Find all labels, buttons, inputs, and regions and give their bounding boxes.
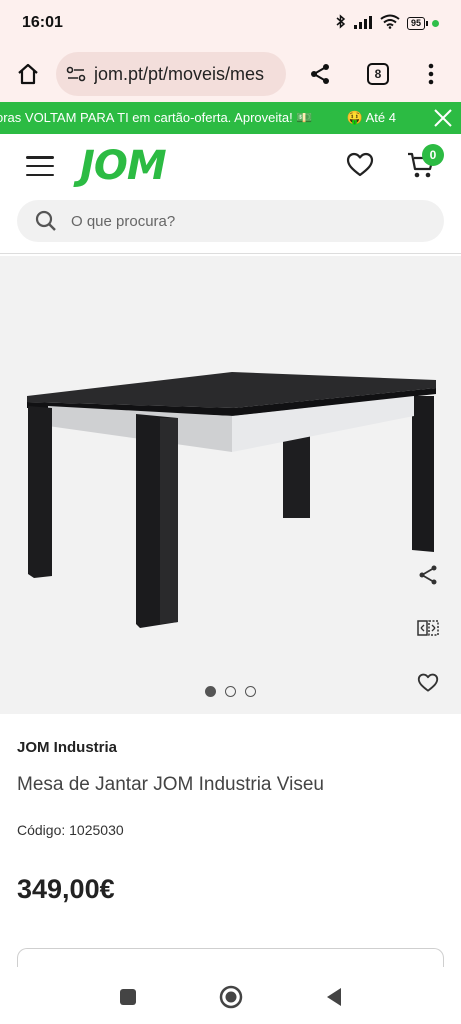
promo-text-secondary: 🤑 Até 4 [346,110,396,125]
battery-indicator: 95 [406,16,429,30]
url-text: jom.pt/pt/moveis/mes [94,63,265,84]
home-nav-button[interactable] [219,985,243,1014]
product-code: Código: 1025030 [17,822,124,838]
site-header: JOM [0,134,461,198]
close-icon [434,109,452,127]
header-divider [0,253,461,254]
gallery-dot[interactable] [245,686,256,697]
tab-count: 8 [367,63,389,85]
site-settings-icon[interactable] [66,65,86,83]
share-icon [311,64,329,84]
jom-logo[interactable]: JOM [80,143,167,189]
product-price: 349,00€ [17,874,115,904]
gallery-dot[interactable] [205,686,216,697]
compare-button[interactable] [414,614,442,642]
heart-icon [346,152,374,177]
gallery-dot[interactable] [225,686,236,697]
home-icon [18,63,38,85]
wifi-icon [380,14,400,32]
promo-banner[interactable]: oras VOLTAM PARA TI em cartão-oferta. Ap… [0,102,461,134]
browser-toolbar: jom.pt/pt/moveis/mes 8 [0,46,461,102]
menu-icon[interactable] [26,156,54,176]
signal-icon [353,15,373,32]
status-bar: 16:01 95 [0,0,461,46]
share-icon [419,565,437,585]
product-brand[interactable]: JOM Industria [17,739,117,756]
bluetooth-icon [336,14,346,32]
close-promo-button[interactable] [433,108,453,131]
recent-apps-button[interactable] [119,988,137,1011]
status-time: 16:01 [22,14,63,31]
privacy-dot-icon [432,19,439,27]
product-title: Mesa de Jantar JOM Industria Viseu [17,774,324,795]
product-image-gallery[interactable] [0,256,461,714]
address-bar[interactable]: jom.pt/pt/moveis/mes [56,52,286,96]
compare-icon [417,620,439,636]
search-icon [35,210,56,231]
more-vertical-icon [428,63,434,85]
cart-count-badge: 0 [422,144,444,166]
product-image [27,372,436,628]
circle-icon [219,985,242,1009]
home-button[interactable] [0,62,56,86]
gallery-pagination [0,686,461,697]
square-icon [119,989,136,1005]
search-bar[interactable] [17,200,444,242]
browser-share-button[interactable] [290,62,350,86]
status-icons: 95 [336,14,439,32]
wishlist-button[interactable] [346,152,374,183]
system-nav-bar [0,975,461,1024]
product-share-button[interactable] [414,561,442,589]
back-triangle-icon [326,988,341,1006]
promo-text: oras VOLTAM PARA TI em cartão-oferta. Ap… [0,110,313,125]
back-nav-button[interactable] [325,987,343,1012]
search-input[interactable] [71,212,391,230]
page-bottom-edge [0,967,461,975]
tab-switcher-button[interactable]: 8 [350,63,406,85]
browser-menu-button[interactable] [406,63,456,85]
